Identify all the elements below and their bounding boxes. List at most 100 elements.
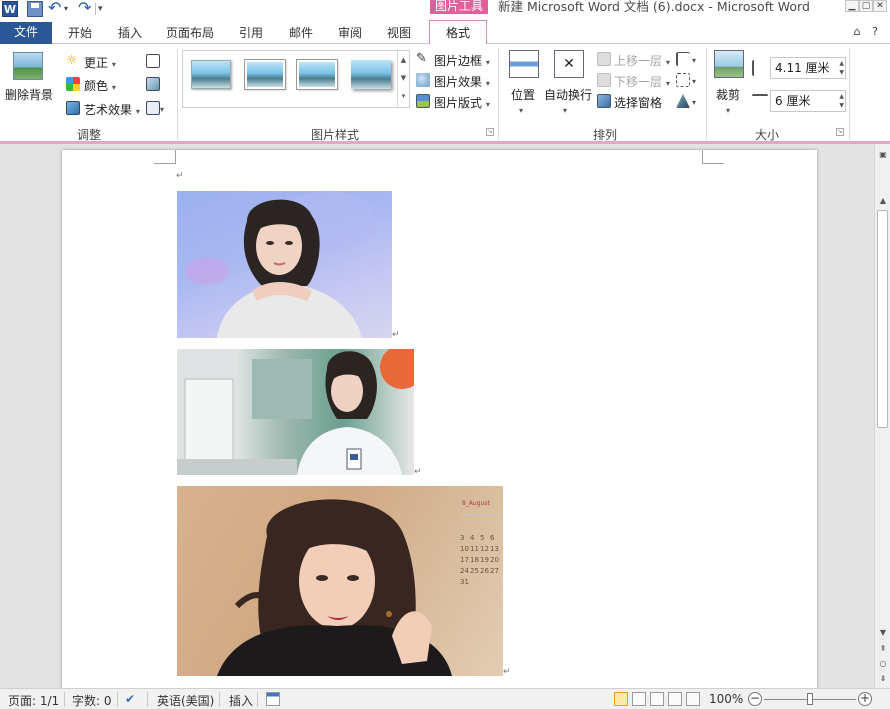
calendar-day: 19 [480,556,489,564]
chevron-down-icon[interactable]: ▾ [519,106,523,115]
picture-style-option[interactable] [244,59,286,90]
reset-picture-icon[interactable] [146,101,160,115]
tab-page-layout[interactable]: 页面布局 [160,24,220,44]
picture-3[interactable]: 8_August 3 4 5 6 10 11 12 13 17 18 19 20… [177,486,503,676]
chevron-down-icon[interactable]: ▾ [692,56,696,65]
picture-effects-icon[interactable] [416,73,430,87]
compress-pictures-icon[interactable] [146,54,160,68]
position-button[interactable]: 位置 [511,86,535,103]
picture-style-option[interactable] [191,60,231,89]
close-button[interactable]: ✕ [873,0,887,12]
scroll-thumb[interactable] [877,210,888,428]
position-icon[interactable] [509,50,539,78]
zoom-slider-thumb[interactable] [807,693,813,705]
ruler-toggle-icon[interactable]: ▣ [878,150,888,159]
picture-styles-launcher-icon[interactable]: ↘ [486,128,494,136]
tab-references[interactable]: 引用 [231,24,271,44]
proofing-icon[interactable]: ✔ [125,692,135,706]
word-app-icon[interactable]: W [2,1,18,17]
next-page-icon[interactable]: ⇟ [878,674,888,683]
crop-icon[interactable] [714,50,744,78]
insert-mode[interactable]: 插入 [229,692,253,709]
artistic-effects-icon[interactable] [66,101,80,115]
remove-background-button[interactable]: 删除背景 [5,86,53,103]
select-browse-object-icon[interactable]: ○ [878,659,888,668]
gallery-down-icon[interactable]: ▼ [398,69,409,87]
selection-pane-button[interactable]: 选择窗格 [614,94,662,111]
page-count[interactable]: 页面: 1/1 [8,692,59,709]
gallery-scroll[interactable]: ▲ ▼ ▾ [397,51,409,107]
customize-qat-icon[interactable]: ▾ [98,1,108,17]
chevron-down-icon[interactable]: ▾ [726,106,730,115]
chevron-down-icon[interactable]: ▾ [563,106,567,115]
size-launcher-icon[interactable]: ↘ [836,128,844,136]
maximize-button[interactable]: ▢ [859,0,873,12]
selection-pane-icon[interactable] [597,94,611,108]
redo-icon[interactable]: ↷ [78,0,94,17]
chevron-down-icon[interactable]: ▾ [692,98,696,107]
print-layout-view-icon[interactable] [614,692,628,706]
picture-layout-button[interactable]: 图片版式 ▾ [434,94,490,111]
status-separator [147,692,148,707]
language[interactable]: 英语(美国) [157,692,214,709]
change-picture-icon[interactable] [146,77,160,91]
draft-view-icon[interactable] [686,692,700,706]
vertical-scrollbar[interactable]: ▣ ▲ ▼ ⇞ ○ ⇟ [874,144,890,688]
web-layout-icon[interactable] [650,692,664,706]
chevron-down-icon: ▾ [111,83,116,92]
paragraph-mark: ↵ [503,667,511,677]
scroll-up-icon[interactable]: ▲ [878,196,888,205]
macro-record-icon[interactable] [266,692,280,706]
width-value: 6 厘米 [775,94,811,108]
zoom-level[interactable]: 100% [709,692,743,706]
word-count[interactable]: 字数: 0 [72,692,112,709]
corrections-icon[interactable]: ☼ [66,54,80,68]
wrap-text-button[interactable]: 自动换行 [544,86,592,103]
corrections-button[interactable]: 更正 ▾ [84,54,116,71]
tab-home[interactable]: 开始 [60,24,100,44]
chevron-down-icon: ▾ [665,79,670,88]
spinner-arrows-icon[interactable]: ▲ ▼ [839,92,844,110]
rotate-icon[interactable] [676,94,690,108]
previous-page-icon[interactable]: ⇞ [878,644,888,653]
picture-2[interactable] [177,349,414,475]
zoom-in-button[interactable]: + [858,692,872,706]
tab-insert[interactable]: 插入 [110,24,150,44]
undo-dropdown-icon[interactable]: ▾ [64,1,72,17]
picture-layout-icon[interactable] [416,94,430,108]
save-icon[interactable] [27,1,43,17]
chevron-down-icon[interactable]: ▾ [692,77,696,86]
wrap-text-icon[interactable]: ✕ [554,50,584,78]
outline-view-icon[interactable] [668,692,682,706]
full-screen-reading-icon[interactable] [632,692,646,706]
tab-mailings[interactable]: 邮件 [281,24,321,44]
remove-background-icon[interactable] [13,52,43,80]
pencil-icon[interactable]: ✎ [416,52,430,66]
tab-review[interactable]: 审阅 [330,24,370,44]
color-icon[interactable] [66,77,80,91]
chevron-down-icon[interactable]: ▾ [160,105,164,114]
group-objects-icon[interactable] [676,73,690,87]
gallery-more-icon[interactable]: ▾ [398,87,409,105]
width-spinner[interactable]: 6 厘米 ▲ ▼ [770,90,846,112]
artistic-effects-button[interactable]: 艺术效果 ▾ [84,101,140,118]
tab-format[interactable]: 格式 [429,20,487,45]
picture-effects-button[interactable]: 图片效果 ▾ [434,73,490,90]
spinner-arrows-icon[interactable]: ▲ ▼ [839,59,844,77]
height-spinner[interactable]: 4.11 厘米 ▲ ▼ [770,57,846,79]
picture-border-button[interactable]: 图片边框 ▾ [434,52,490,69]
minimize-button[interactable]: ▁ [845,0,859,12]
picture-style-option[interactable] [351,60,391,89]
picture-1[interactable] [177,191,392,338]
scroll-down-icon[interactable]: ▼ [878,628,888,637]
help-controls[interactable]: ⌂ ? [854,25,882,38]
color-button[interactable]: 颜色 ▾ [84,77,116,94]
align-icon[interactable] [676,52,690,66]
tab-file[interactable]: 文件 [0,22,52,44]
picture-style-option[interactable] [296,59,338,90]
tab-view[interactable]: 视图 [379,24,419,44]
undo-icon[interactable]: ↶ [48,0,64,17]
crop-button[interactable]: 裁剪 [716,86,740,103]
zoom-out-button[interactable]: − [748,692,762,706]
gallery-up-icon[interactable]: ▲ [398,51,409,69]
